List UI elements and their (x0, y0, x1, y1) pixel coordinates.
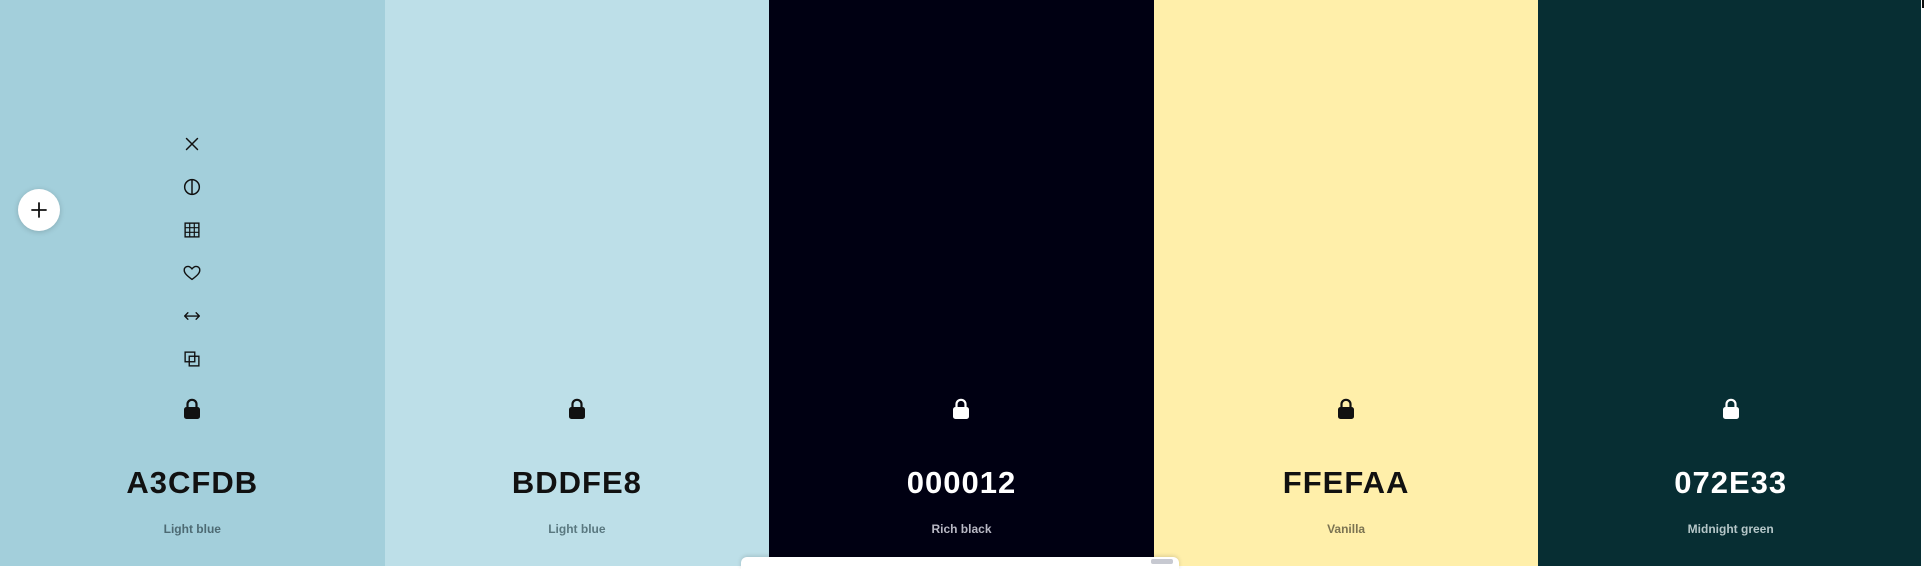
color-swatch[interactable]: BDDFE8 Light blue (384, 0, 770, 566)
lock-icon (568, 398, 585, 419)
hex-code[interactable]: A3CFDB (0, 465, 385, 501)
color-name: Midnight green (1687, 522, 1774, 536)
shades-grid-button[interactable] (180, 218, 204, 242)
swatch-toolbar (180, 132, 204, 371)
contrast-icon (184, 178, 201, 196)
color-name: Vanilla (1327, 522, 1366, 536)
lock-icon (1338, 398, 1355, 419)
heart-icon (183, 265, 201, 281)
copy-hex-button[interactable] (180, 347, 204, 371)
remove-color-button[interactable] (180, 132, 204, 156)
hex-code[interactable]: 072E33 (1538, 465, 1923, 501)
lock-color-button[interactable] (565, 396, 589, 422)
lock-icon (953, 398, 970, 419)
color-swatch[interactable]: 072E33 Midnight green (1538, 0, 1923, 566)
plus-icon (31, 202, 47, 218)
close-icon (186, 137, 199, 151)
lock-icon (184, 398, 201, 419)
lock-color-button[interactable] (949, 396, 973, 422)
shades-grid-icon (184, 222, 200, 238)
view-shades-button[interactable] (180, 175, 204, 199)
add-color-button[interactable] (18, 189, 60, 231)
color-swatch[interactable]: FFEFAA Vanilla (1153, 0, 1539, 566)
save-color-button[interactable] (180, 261, 204, 285)
color-name: Light blue (548, 522, 606, 536)
color-palette: A3CFDB Light blue BDDFE8 Light blue 0000… (0, 0, 1924, 566)
color-swatch[interactable]: A3CFDB Light blue (0, 0, 385, 566)
color-name: Light blue (163, 522, 221, 536)
lock-color-button[interactable] (1719, 396, 1743, 422)
color-name: Rich black (931, 522, 992, 536)
lock-icon (1722, 398, 1739, 419)
copy-icon (184, 351, 200, 367)
lock-color-button[interactable] (1334, 396, 1358, 422)
drag-arrows-icon (184, 312, 201, 320)
hex-code[interactable]: FFEFAA (1154, 465, 1539, 501)
lock-color-button[interactable] (180, 396, 204, 422)
hex-code[interactable]: 000012 (769, 465, 1154, 501)
bottom-panel[interactable] (741, 557, 1179, 569)
drag-color-button[interactable] (180, 304, 204, 328)
hex-code[interactable]: BDDFE8 (385, 465, 770, 501)
color-swatch[interactable]: 000012 Rich black (769, 0, 1154, 566)
panel-tag (1151, 559, 1173, 564)
